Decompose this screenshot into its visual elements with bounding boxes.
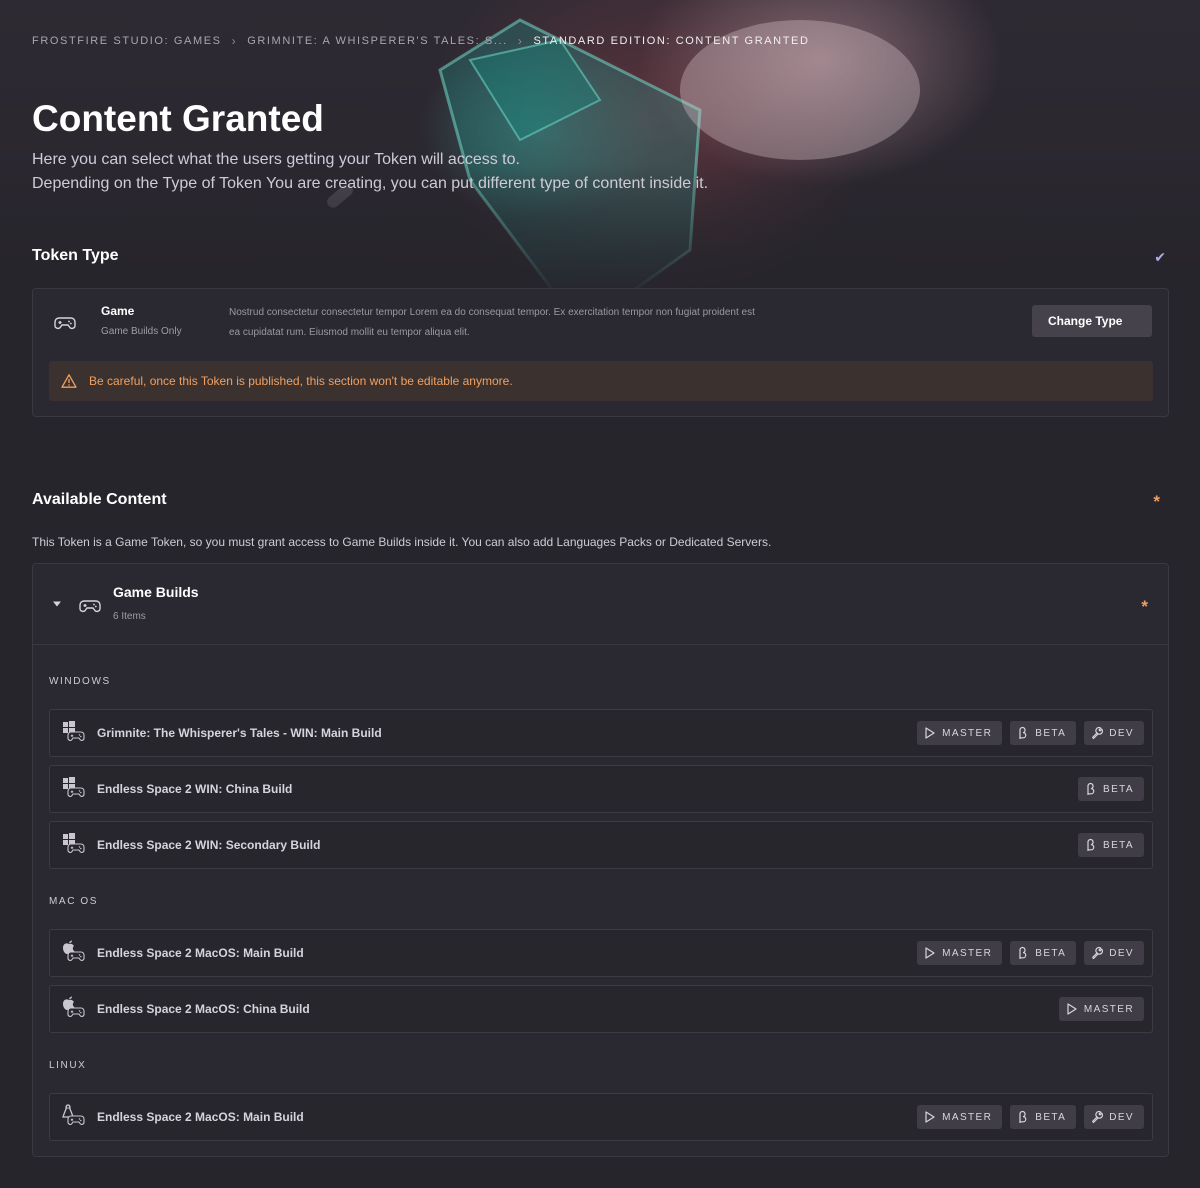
tag-label: BETA [1035,947,1067,959]
tag-beta-button[interactable]: BETA [1010,721,1077,745]
build-name: Endless Space 2 MacOS: Main Build [97,1110,304,1124]
play-icon [925,947,935,959]
token-type-name: Game [101,304,135,318]
tag-label: DEV [1109,727,1134,739]
page-description: Here you can select what the users getti… [32,148,708,196]
warning-banner: Be careful, once this Token is published… [49,361,1153,401]
tag-master-button[interactable]: MASTER [917,1105,1003,1129]
available-content-description: This Token is a Game Token, so you must … [32,535,772,549]
build-name: Grimnite: The Whisperer's Tales - WIN: M… [97,726,382,740]
tag-beta-button[interactable]: BETA [1010,941,1077,965]
tag-label: BETA [1103,783,1134,795]
page-description-line-1: Here you can select what the users getti… [32,151,520,168]
warning-triangle-icon [61,374,77,388]
tag-beta-button[interactable]: BETA [1078,777,1144,801]
page-title: Content Granted [32,98,324,139]
beta-icon [1087,838,1095,851]
play-icon [925,1111,935,1123]
available-content-title: Available Content [32,491,167,508]
wrench-icon [1092,1111,1104,1124]
play-icon [925,727,935,739]
build-row[interactable]: Endless Space 2 WIN: Secondary Build BETA [49,821,1153,869]
build-row[interactable]: Endless Space 2 MacOS: China Build MASTER [49,985,1153,1033]
token-type-title: Token Type [32,247,119,264]
build-row[interactable]: Endless Space 2 MacOS: Main Build MASTER B… [49,1093,1153,1141]
build-tags: BETA [1078,833,1144,857]
play-icon [1067,1003,1077,1015]
token-type-card: Game Game Builds Only Nostrud consectetu… [32,288,1169,417]
tag-label: BETA [1035,727,1067,739]
build-row[interactable]: Grimnite: The Whisperer's Tales - WIN: M… [49,709,1153,757]
chevron-right-icon: › [231,34,238,48]
build-tags: MASTER BETA DEV [917,721,1144,745]
breadcrumb-game[interactable]: GRIMNITE: A WHISPERER'S TALES: S... [247,35,508,47]
wrench-icon [1092,947,1104,960]
build-name: Endless Space 2 WIN: China Build [97,782,293,796]
apple-gamepad-icon [63,996,85,1017]
tag-label: MASTER [942,1111,993,1123]
breadcrumb: FROSTFIRE STUDIO: GAMES › GRIMNITE: A WH… [32,34,810,48]
build-row[interactable]: Endless Space 2 MacOS: Main Build MASTER B… [49,929,1153,977]
token-type-subtitle: Game Builds Only [101,326,182,337]
token-type-description: Nostrud consectetur consectetur tempor L… [229,307,755,338]
build-name: Endless Space 2 MacOS: China Build [97,1002,310,1016]
required-mark: * [1141,597,1148,616]
caret-down-icon[interactable] [52,600,62,608]
beta-icon [1019,1110,1027,1123]
build-tags: MASTER BETA DEV [917,941,1144,965]
page-description-line-2: Depending on the Type of Token You are c… [32,175,709,192]
game-builds-title: Game Builds [113,584,199,600]
tag-master-button[interactable]: MASTER [917,721,1003,745]
gamepad-icon [79,600,101,613]
check-icon: ✔ [1154,249,1166,265]
tag-label: BETA [1103,839,1134,851]
beta-icon [1019,946,1027,959]
tag-label: DEV [1109,947,1134,959]
chevron-right-icon: › [517,34,524,48]
windows-gamepad-icon [63,833,85,853]
os-group-label: WINDOWS [49,676,111,687]
tag-label: MASTER [942,947,993,959]
windows-gamepad-icon [63,721,85,741]
tag-dev-button[interactable]: DEV [1084,941,1144,965]
breadcrumb-studio[interactable]: FROSTFIRE STUDIO: GAMES [32,35,222,47]
os-group-label: MAC OS [49,896,99,907]
tag-label: DEV [1109,1111,1134,1123]
tag-dev-button[interactable]: DEV [1084,1105,1144,1129]
tag-label: BETA [1035,1111,1067,1123]
tag-beta-button[interactable]: BETA [1078,833,1144,857]
tag-master-button[interactable]: MASTER [1058,997,1144,1021]
beta-icon [1087,782,1095,795]
tag-beta-button[interactable]: BETA [1010,1105,1077,1129]
game-builds-header[interactable]: Game Builds 6 Items * [33,564,1168,645]
apple-gamepad-icon [63,940,85,961]
tag-label: MASTER [1083,1003,1134,1015]
tag-master-button[interactable]: MASTER [917,941,1003,965]
build-tags: MASTER BETA DEV [917,1105,1144,1129]
change-type-button[interactable]: Change Type [1032,305,1152,337]
game-builds-card: Game Builds 6 Items * WINDOWS Grimnite: T… [32,563,1169,1157]
tag-dev-button[interactable]: DEV [1084,721,1144,745]
os-group-label: LINUX [49,1060,87,1071]
breadcrumb-current: STANDARD EDITION: CONTENT GRANTED [533,35,810,47]
required-mark: * [1153,492,1160,511]
wrench-icon [1092,727,1104,740]
build-tags: MASTER [1058,997,1144,1021]
build-row[interactable]: Endless Space 2 WIN: China Build BETA [49,765,1153,813]
warning-text: Be careful, once this Token is published… [89,374,513,388]
linux-gamepad-icon [62,1104,85,1125]
tag-label: MASTER [942,727,993,739]
game-builds-count: 6 Items [113,611,146,622]
build-name: Endless Space 2 WIN: Secondary Build [97,838,321,852]
beta-icon [1019,726,1027,739]
build-name: Endless Space 2 MacOS: Main Build [97,946,304,960]
windows-gamepad-icon [63,777,85,797]
gamepad-icon [54,317,76,330]
build-tags: BETA [1078,777,1144,801]
